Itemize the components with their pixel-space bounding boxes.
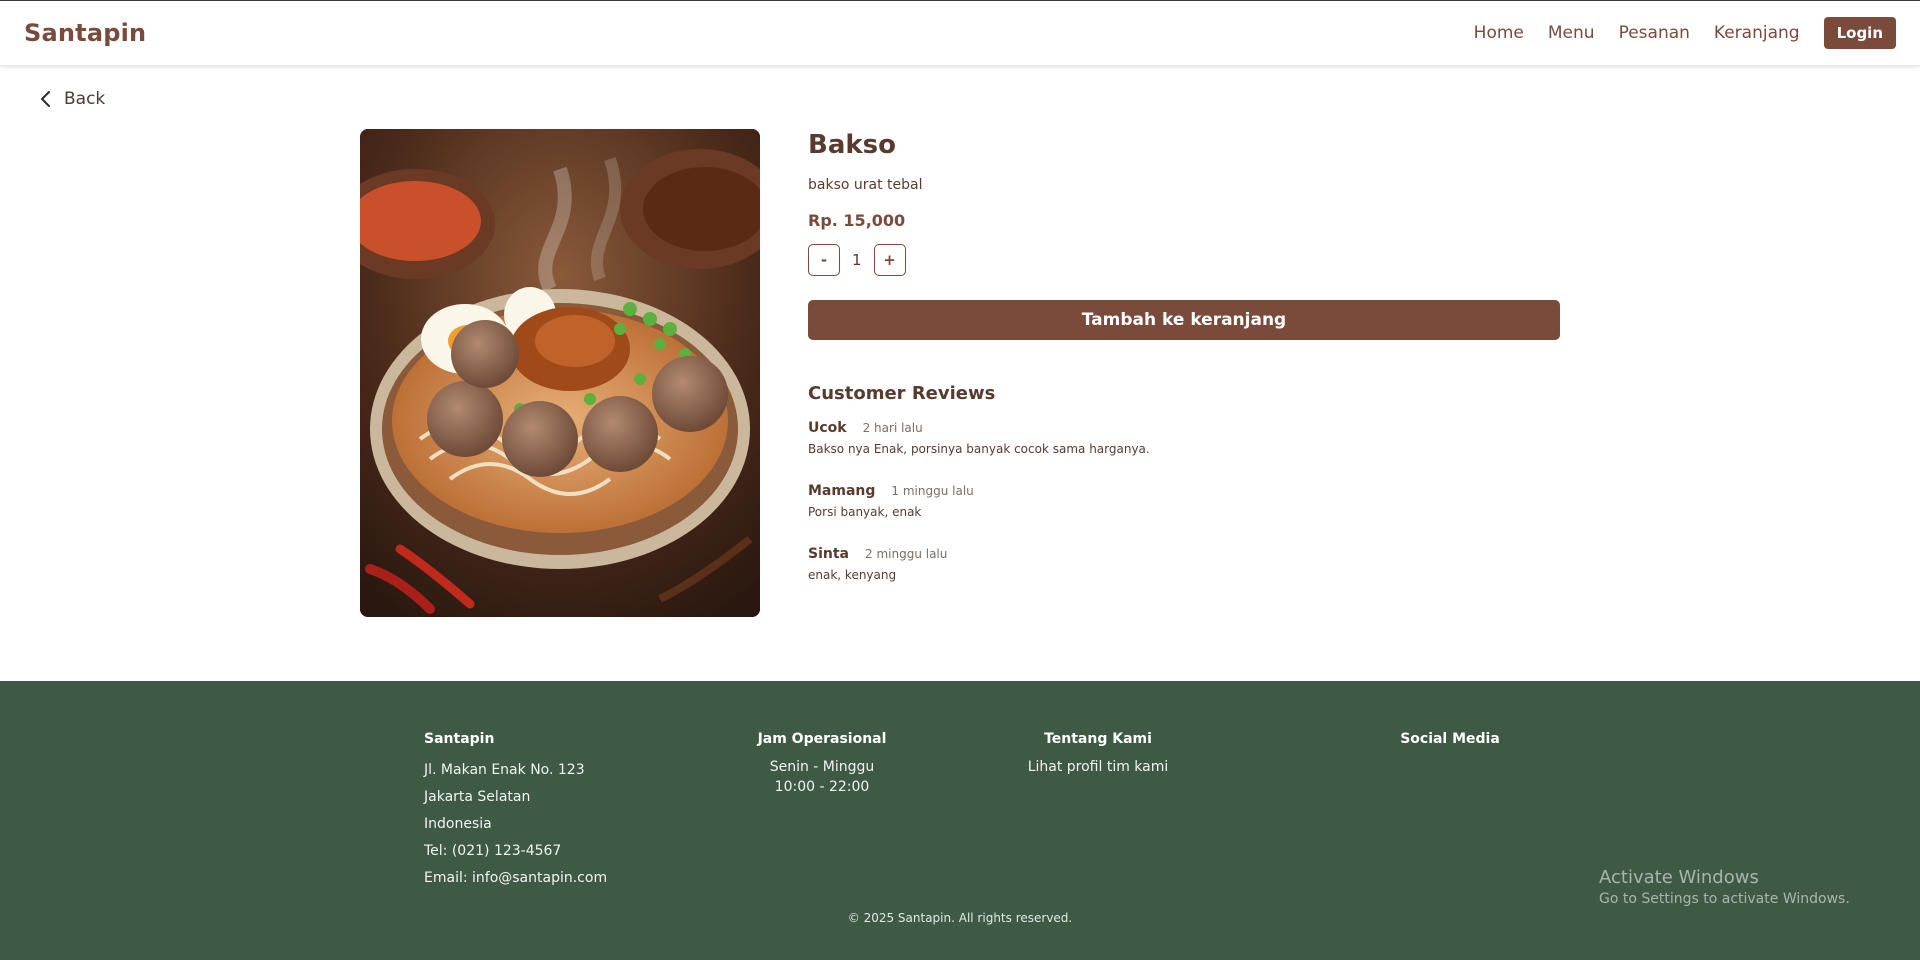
review-item: Mamang 1 minggu lalu Porsi banyak, enak xyxy=(808,483,1560,519)
back-button[interactable]: Back xyxy=(38,89,105,109)
review-author: Ucok xyxy=(808,420,847,436)
increase-quantity-button[interactable]: + xyxy=(873,244,906,276)
nav-pesanan[interactable]: Pesanan xyxy=(1619,23,1690,43)
product-description: bakso urat tebal xyxy=(808,177,923,193)
decrease-quantity-button[interactable]: - xyxy=(808,244,840,276)
quantity-stepper: - 1 + xyxy=(808,244,1560,276)
footer-hours-title: Jam Operasional xyxy=(757,731,887,747)
footer-phone: Tel: (021) 123-4567 xyxy=(424,843,562,859)
footer-address: Jl. Makan Enak No. 123 xyxy=(424,762,585,778)
top-navbar: Santapin Home Menu Pesanan Keranjang Log… xyxy=(0,0,1920,65)
review-time: 2 hari lalu xyxy=(862,421,923,435)
watermark-subtitle: Go to Settings to activate Windows. xyxy=(1599,891,1850,907)
footer: Santapin Jl. Makan Enak No. 123 Jakarta … xyxy=(0,681,1920,960)
footer-email: Email: info@santapin.com xyxy=(424,870,608,886)
review-text: Bakso nya Enak, porsinya banyak cocok sa… xyxy=(808,442,1150,456)
footer-city: Jakarta Selatan xyxy=(424,789,531,805)
footer-about: Tentang Kami Lihat profil tim kami xyxy=(988,731,1208,777)
nav-home[interactable]: Home xyxy=(1474,23,1524,43)
footer-country: Indonesia xyxy=(424,816,492,832)
footer-contact: Santapin Jl. Makan Enak No. 123 Jakarta … xyxy=(424,731,607,892)
copyright: © 2025 Santapin. All rights reserved. xyxy=(847,911,1073,925)
review-text: enak, kenyang xyxy=(808,568,897,582)
footer-hours-days: Senin - Minggu xyxy=(769,759,875,775)
windows-activation-watermark: Activate Windows Go to Settings to activ… xyxy=(1599,867,1850,907)
chevron-left-icon xyxy=(41,91,50,107)
watermark-title: Activate Windows xyxy=(1599,867,1759,888)
quantity-value: 1 xyxy=(852,251,862,269)
brand-logo[interactable]: Santapin xyxy=(24,19,146,47)
login-button[interactable]: Login xyxy=(1823,17,1896,49)
add-to-cart-button[interactable]: Tambah ke keranjang xyxy=(808,300,1560,340)
review-text: Porsi banyak, enak xyxy=(808,505,922,519)
review-item: Ucok 2 hari lalu Bakso nya Enak, porsiny… xyxy=(808,420,1560,456)
review-time: 1 minggu lalu xyxy=(891,484,974,498)
footer-brand: Santapin xyxy=(424,731,495,747)
review-author: Mamang xyxy=(808,483,876,499)
review-time: 2 minggu lalu xyxy=(865,547,948,561)
team-profile-link[interactable]: Lihat profil tim kami xyxy=(988,757,1208,777)
product-title: Bakso xyxy=(808,130,896,160)
footer-social: Social Media xyxy=(1370,731,1530,757)
back-label: Back xyxy=(64,89,106,109)
footer-hours: Jam Operasional Senin - Minggu 10:00 - 2… xyxy=(700,731,944,797)
main-nav: Home Menu Pesanan Keranjang Login xyxy=(1450,17,1896,49)
product-info: Bakso bakso urat tebal Rp. 15,000 - 1 + … xyxy=(808,129,1560,582)
reviews-heading: Customer Reviews xyxy=(808,383,996,404)
product-image xyxy=(360,129,760,617)
review-item: Sinta 2 minggu lalu enak, kenyang xyxy=(808,546,1560,582)
product-price: Rp. 15,000 xyxy=(808,211,906,230)
nav-keranjang[interactable]: Keranjang xyxy=(1714,23,1800,43)
review-author: Sinta xyxy=(808,546,849,562)
footer-hours-time: 10:00 - 22:00 xyxy=(774,779,870,795)
footer-about-title: Tentang Kami xyxy=(1044,731,1152,747)
nav-menu[interactable]: Menu xyxy=(1548,23,1595,43)
footer-social-title: Social Media xyxy=(1400,731,1500,747)
